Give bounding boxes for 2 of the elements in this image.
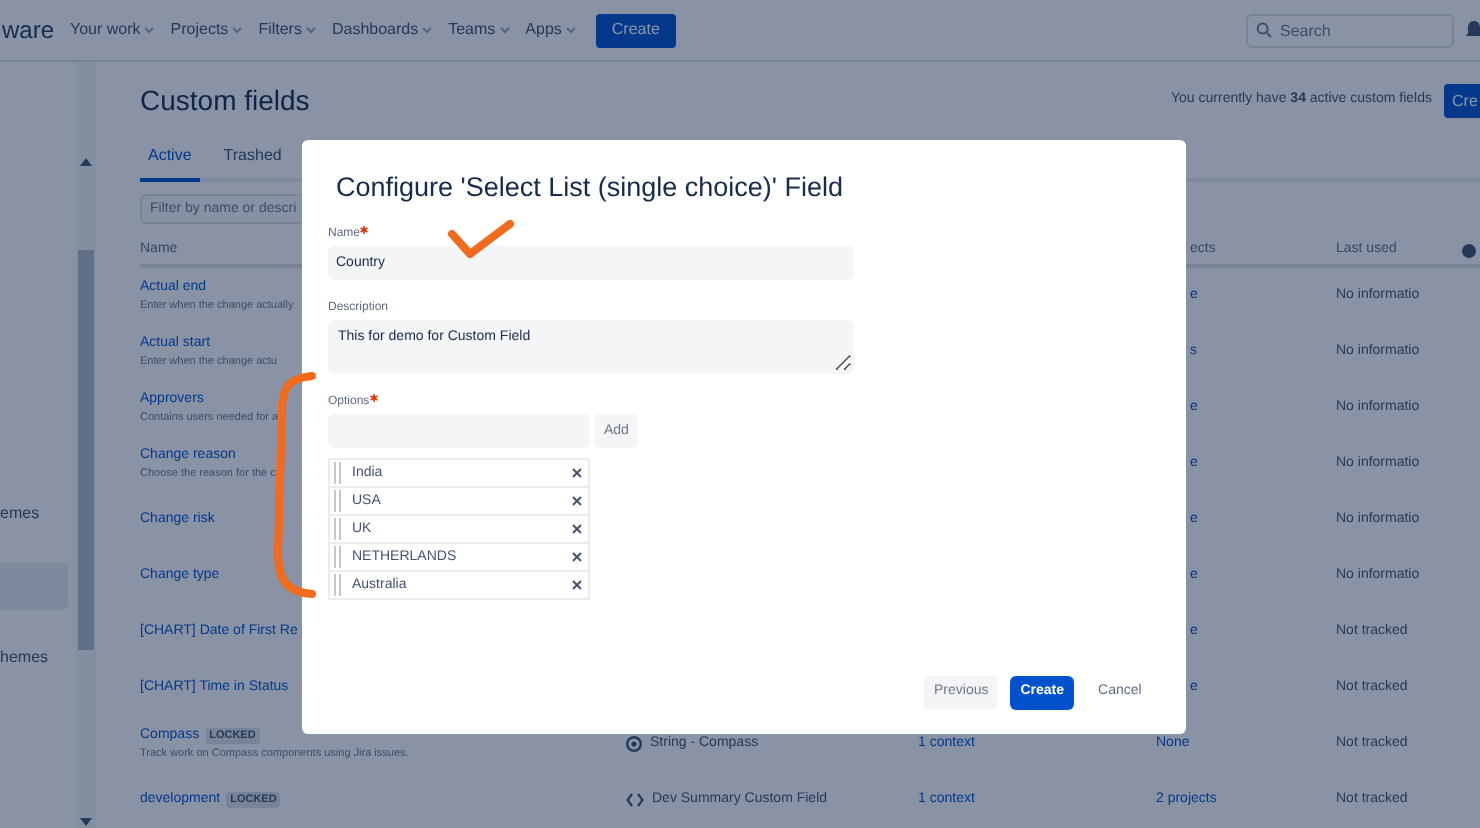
page-title: Custom fields	[140, 82, 310, 121]
logo-text: ware	[2, 14, 57, 48]
